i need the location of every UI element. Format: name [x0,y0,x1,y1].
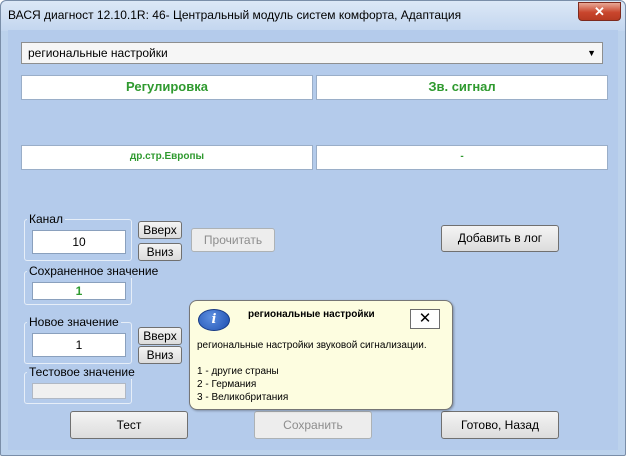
value-regulation: др.стр.Европы [21,145,313,170]
saved-value-field: 1 [32,282,126,300]
header-regulation: Регулировка [21,75,313,100]
parameter-dropdown[interactable]: региональные настройки ▼ [21,42,603,64]
window-close-button[interactable]: ✕ [578,2,621,21]
test-button[interactable]: Тест [70,411,188,439]
header-horn-signal: Зв. сигнал [316,75,608,100]
tooltip-close-button[interactable]: ✕ [410,309,440,329]
new-value-up-button[interactable]: Вверх [138,327,182,345]
add-to-log-button[interactable]: Добавить в лог [441,225,559,252]
value-horn-signal: - [316,145,608,170]
channel-up-button[interactable]: Вверх [138,221,182,239]
test-value-label: Тестовое значение [27,365,137,379]
title-bar[interactable]: ВАСЯ диагност 12.10.1R: 46- Центральный … [1,1,625,31]
done-back-button[interactable]: Готово, Назад [441,411,559,439]
channel-label: Канал [27,212,65,226]
info-tooltip: i региональные настройки ✕ региональные … [189,300,453,410]
save-button[interactable]: Сохранить [254,411,372,439]
test-value-field [32,383,126,399]
new-value-label: Новое значение [27,315,121,329]
tooltip-option: 3 - Великобритания [197,392,289,403]
tooltip-title: региональные настройки [248,309,375,320]
dropdown-value: региональные настройки [28,46,168,60]
tooltip-option: 2 - Германия [197,379,257,390]
tooltip-body: региональные настройки звуковой сигнализ… [197,339,427,404]
tooltip-option: 1 - другие страны [197,366,279,377]
new-value-input[interactable]: 1 [32,333,126,357]
saved-value-label: Сохраненное значение [27,264,161,278]
channel-input[interactable]: 10 [32,230,126,254]
info-icon: i [198,309,230,331]
new-value-down-button[interactable]: Вниз [138,346,182,364]
window-title: ВАСЯ диагност 12.10.1R: 46- Центральный … [8,8,462,22]
read-button[interactable]: Прочитать [191,228,275,252]
chevron-down-icon[interactable]: ▼ [587,43,596,63]
channel-down-button[interactable]: Вниз [138,243,182,261]
tooltip-description: региональные настройки звуковой сигнализ… [197,340,427,351]
